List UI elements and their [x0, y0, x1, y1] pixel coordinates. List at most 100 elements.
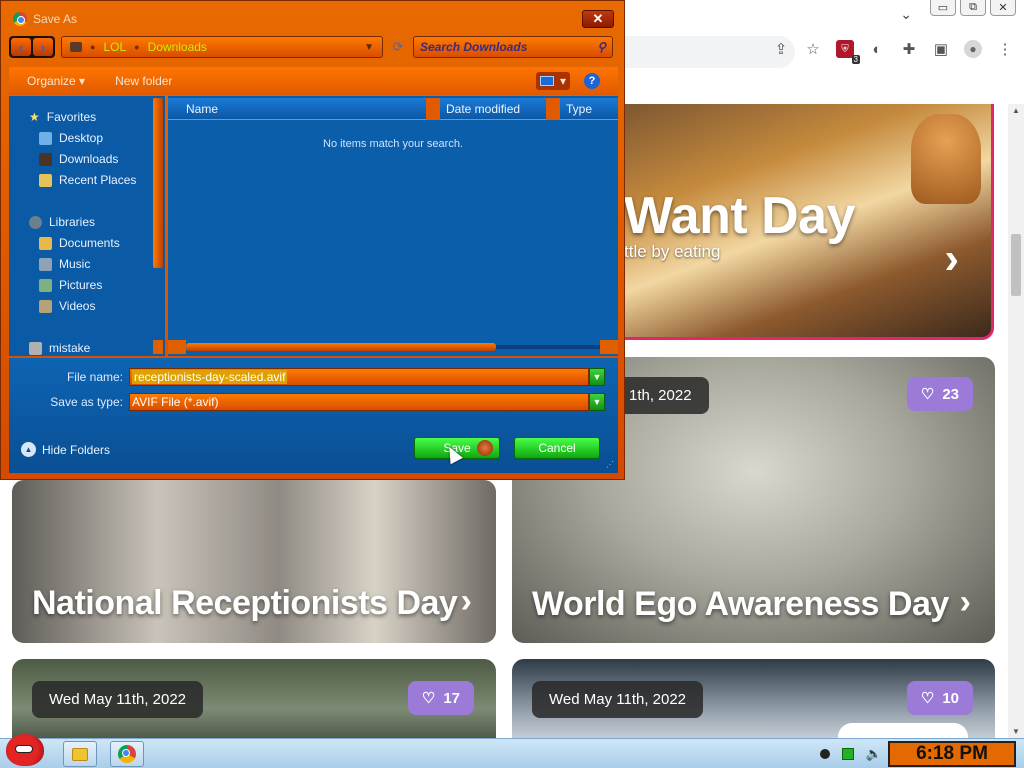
help-icon[interactable]: ?: [584, 73, 600, 89]
file-name-label: File name:: [66, 370, 123, 384]
nav-buttons: ‹ ›: [9, 36, 55, 58]
breadcrumb-separator-icon: ●: [90, 42, 96, 52]
save-type-select[interactable]: AVIF File (*.avif): [129, 393, 589, 411]
ublock-shield-icon[interactable]: ⛨ 3: [836, 40, 860, 64]
nav-label: Recent Places: [59, 173, 137, 187]
card-bottom-right[interactable]: Wed May 11th, 2022 ♡ 10: [512, 659, 995, 738]
card-national-receptionists-day[interactable]: National Receptionists Day ›: [12, 480, 496, 643]
cancel-button[interactable]: Cancel: [514, 437, 600, 459]
nav-music[interactable]: Music: [39, 257, 90, 271]
close-window-button[interactable]: ✕: [990, 0, 1016, 16]
breadcrumb[interactable]: ● LOL ● Downloads ▼: [61, 36, 383, 58]
nav-homegroup[interactable]: mistake: [29, 341, 90, 355]
nav-pictures[interactable]: Pictures: [39, 278, 102, 292]
puzzle-icon[interactable]: ✚: [900, 40, 918, 58]
column-name[interactable]: Name: [168, 98, 440, 120]
menu-icon[interactable]: ⋮: [996, 40, 1014, 58]
column-resize-handle[interactable]: [426, 98, 440, 120]
taskbar-explorer[interactable]: [63, 741, 97, 767]
nav-libraries[interactable]: Libraries: [29, 215, 95, 229]
column-type[interactable]: Type: [560, 98, 618, 119]
breadcrumb-separator-icon: ●: [134, 42, 140, 52]
chevron-down-icon[interactable]: ▼: [364, 42, 374, 53]
likes-button[interactable]: ♡ 10: [906, 681, 973, 715]
save-type-value: AVIF File (*.avif): [132, 395, 219, 409]
documents-icon: [39, 236, 52, 250]
heart-icon: ♡: [920, 386, 935, 403]
new-folder-button[interactable]: New folder: [115, 74, 172, 88]
close-button[interactable]: ✕: [582, 10, 614, 28]
nav-documents[interactable]: Documents: [39, 236, 120, 250]
search-input[interactable]: Search Downloads ⚲: [413, 36, 613, 58]
page-scrollbar[interactable]: ▲ ▼: [1008, 104, 1024, 738]
pictures-icon: [39, 278, 52, 292]
homegroup-icon: [29, 341, 42, 355]
hide-folders-button[interactable]: ▲ Hide Folders: [21, 442, 110, 457]
file-name-input[interactable]: receptionists-day-scaled.avif: [129, 368, 589, 386]
chrome-icon: [118, 745, 136, 763]
date-badge: 1th, 2022: [612, 377, 709, 414]
date-badge: Wed May 11th, 2022: [32, 681, 204, 718]
tray-record-icon[interactable]: [819, 749, 830, 759]
scroll-down-icon[interactable]: ▼: [1012, 727, 1020, 736]
videos-icon: [39, 299, 52, 313]
nav-pane-scrollbar[interactable]: [151, 96, 165, 356]
minimize-button[interactable]: ▭: [930, 0, 956, 16]
nav-videos[interactable]: Videos: [39, 299, 95, 313]
scroll-left-button[interactable]: [168, 340, 186, 354]
scroll-right-button[interactable]: [600, 340, 618, 354]
address-bar[interactable]: [625, 36, 795, 68]
save-as-dialog: Save As ✕ ‹ › ● LOL ● Downloads ▼ ⟳ Sear…: [0, 0, 625, 480]
folder-icon: [70, 42, 82, 52]
star-icon[interactable]: ☆: [804, 40, 822, 58]
nav-label: Documents: [59, 236, 120, 250]
nav-recent-places[interactable]: Recent Places: [39, 173, 136, 187]
scrollbar-thumb[interactable]: [186, 343, 496, 351]
likes-count: 17: [443, 689, 460, 707]
forward-arrow-icon[interactable]: ›: [33, 38, 53, 56]
featured-card[interactable]: Want Day ttle by eating ›: [600, 104, 994, 340]
sidebar-icon[interactable]: ▣: [932, 40, 950, 58]
likes-button[interactable]: ♡ 23: [906, 377, 973, 411]
chevron-right-icon[interactable]: ›: [960, 583, 971, 622]
refresh-icon[interactable]: ⟳: [389, 38, 407, 56]
horizontal-scrollbar[interactable]: [168, 340, 618, 354]
taskbar-chrome[interactable]: [110, 741, 144, 767]
likes-button[interactable]: ♡ 17: [407, 681, 474, 715]
column-date-modified[interactable]: Date modified: [440, 98, 560, 120]
chevron-down-icon[interactable]: ▼: [589, 368, 605, 386]
nav-downloads[interactable]: Downloads: [39, 152, 118, 166]
restore-button[interactable]: ⧉: [960, 0, 986, 16]
scrollbar-track[interactable]: [496, 345, 600, 349]
scrollbar-thumb[interactable]: [153, 98, 163, 268]
breadcrumb-item[interactable]: Downloads: [148, 40, 207, 54]
card-bottom-left[interactable]: Wed May 11th, 2022 ♡ 17: [12, 659, 496, 738]
share-icon[interactable]: ⇪: [772, 40, 790, 58]
likes-count: 23: [942, 385, 959, 403]
resize-grip-icon[interactable]: ⋰: [606, 460, 614, 469]
volume-icon[interactable]: 🔈: [866, 746, 882, 762]
back-arrow-icon[interactable]: ‹: [11, 38, 31, 56]
network-icon[interactable]: [841, 748, 854, 760]
chevron-down-icon[interactable]: ▼: [589, 393, 605, 411]
nav-label: Music: [59, 257, 91, 271]
chevron-right-icon[interactable]: ›: [944, 234, 959, 284]
column-resize-handle[interactable]: [546, 98, 560, 120]
chevron-right-icon[interactable]: ›: [461, 582, 472, 621]
scrollbar-thumb[interactable]: [1011, 234, 1021, 296]
scroll-down-button[interactable]: [153, 340, 163, 354]
organize-button[interactable]: Organize ▾: [27, 74, 85, 88]
taskbar-clock[interactable]: 6:18 PM: [888, 741, 1016, 767]
likes-count: 10: [942, 689, 959, 707]
profile-icon[interactable]: ●: [964, 40, 982, 58]
extension-icon[interactable]: ◐: [868, 40, 886, 58]
start-button[interactable]: [2, 731, 48, 768]
nav-desktop[interactable]: Desktop: [39, 131, 103, 145]
tab-search-chevron-icon[interactable]: ⌄: [900, 6, 912, 23]
search-placeholder: Search Downloads: [420, 40, 528, 54]
breadcrumb-item[interactable]: LOL: [103, 40, 126, 54]
nav-favorites[interactable]: ★ Favorites: [29, 110, 96, 124]
scroll-up-icon[interactable]: ▲: [1012, 106, 1020, 115]
view-options-button[interactable]: ▾: [535, 72, 570, 90]
date-badge: Wed May 11th, 2022: [532, 681, 704, 718]
